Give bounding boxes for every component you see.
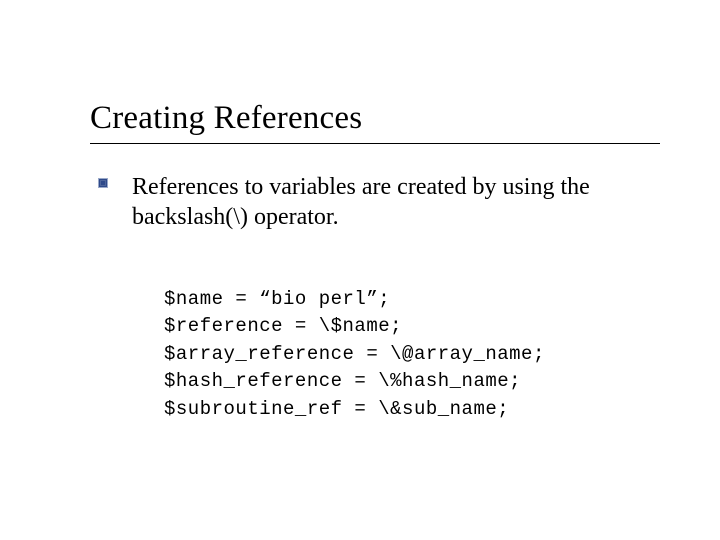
code-line: $subroutine_ref = \&sub_name; — [164, 398, 509, 420]
bullet-text: References to variables are created by u… — [132, 172, 634, 232]
code-line: $name = “bio perl”; — [164, 288, 390, 310]
slide-title: Creating References — [90, 100, 660, 137]
slide: Creating References References to variab… — [0, 0, 720, 540]
code-line: $array_reference = \@array_name; — [164, 343, 545, 365]
code-line: $reference = \$name; — [164, 315, 402, 337]
slide-body: References to variables are created by u… — [90, 172, 634, 451]
bullet-item: References to variables are created by u… — [94, 172, 634, 232]
code-line: $hash_reference = \%hash_name; — [164, 370, 521, 392]
code-block: $name = “bio perl”; $reference = \$name;… — [164, 258, 634, 451]
title-underline — [90, 143, 660, 144]
square-bullet-icon — [98, 178, 108, 188]
